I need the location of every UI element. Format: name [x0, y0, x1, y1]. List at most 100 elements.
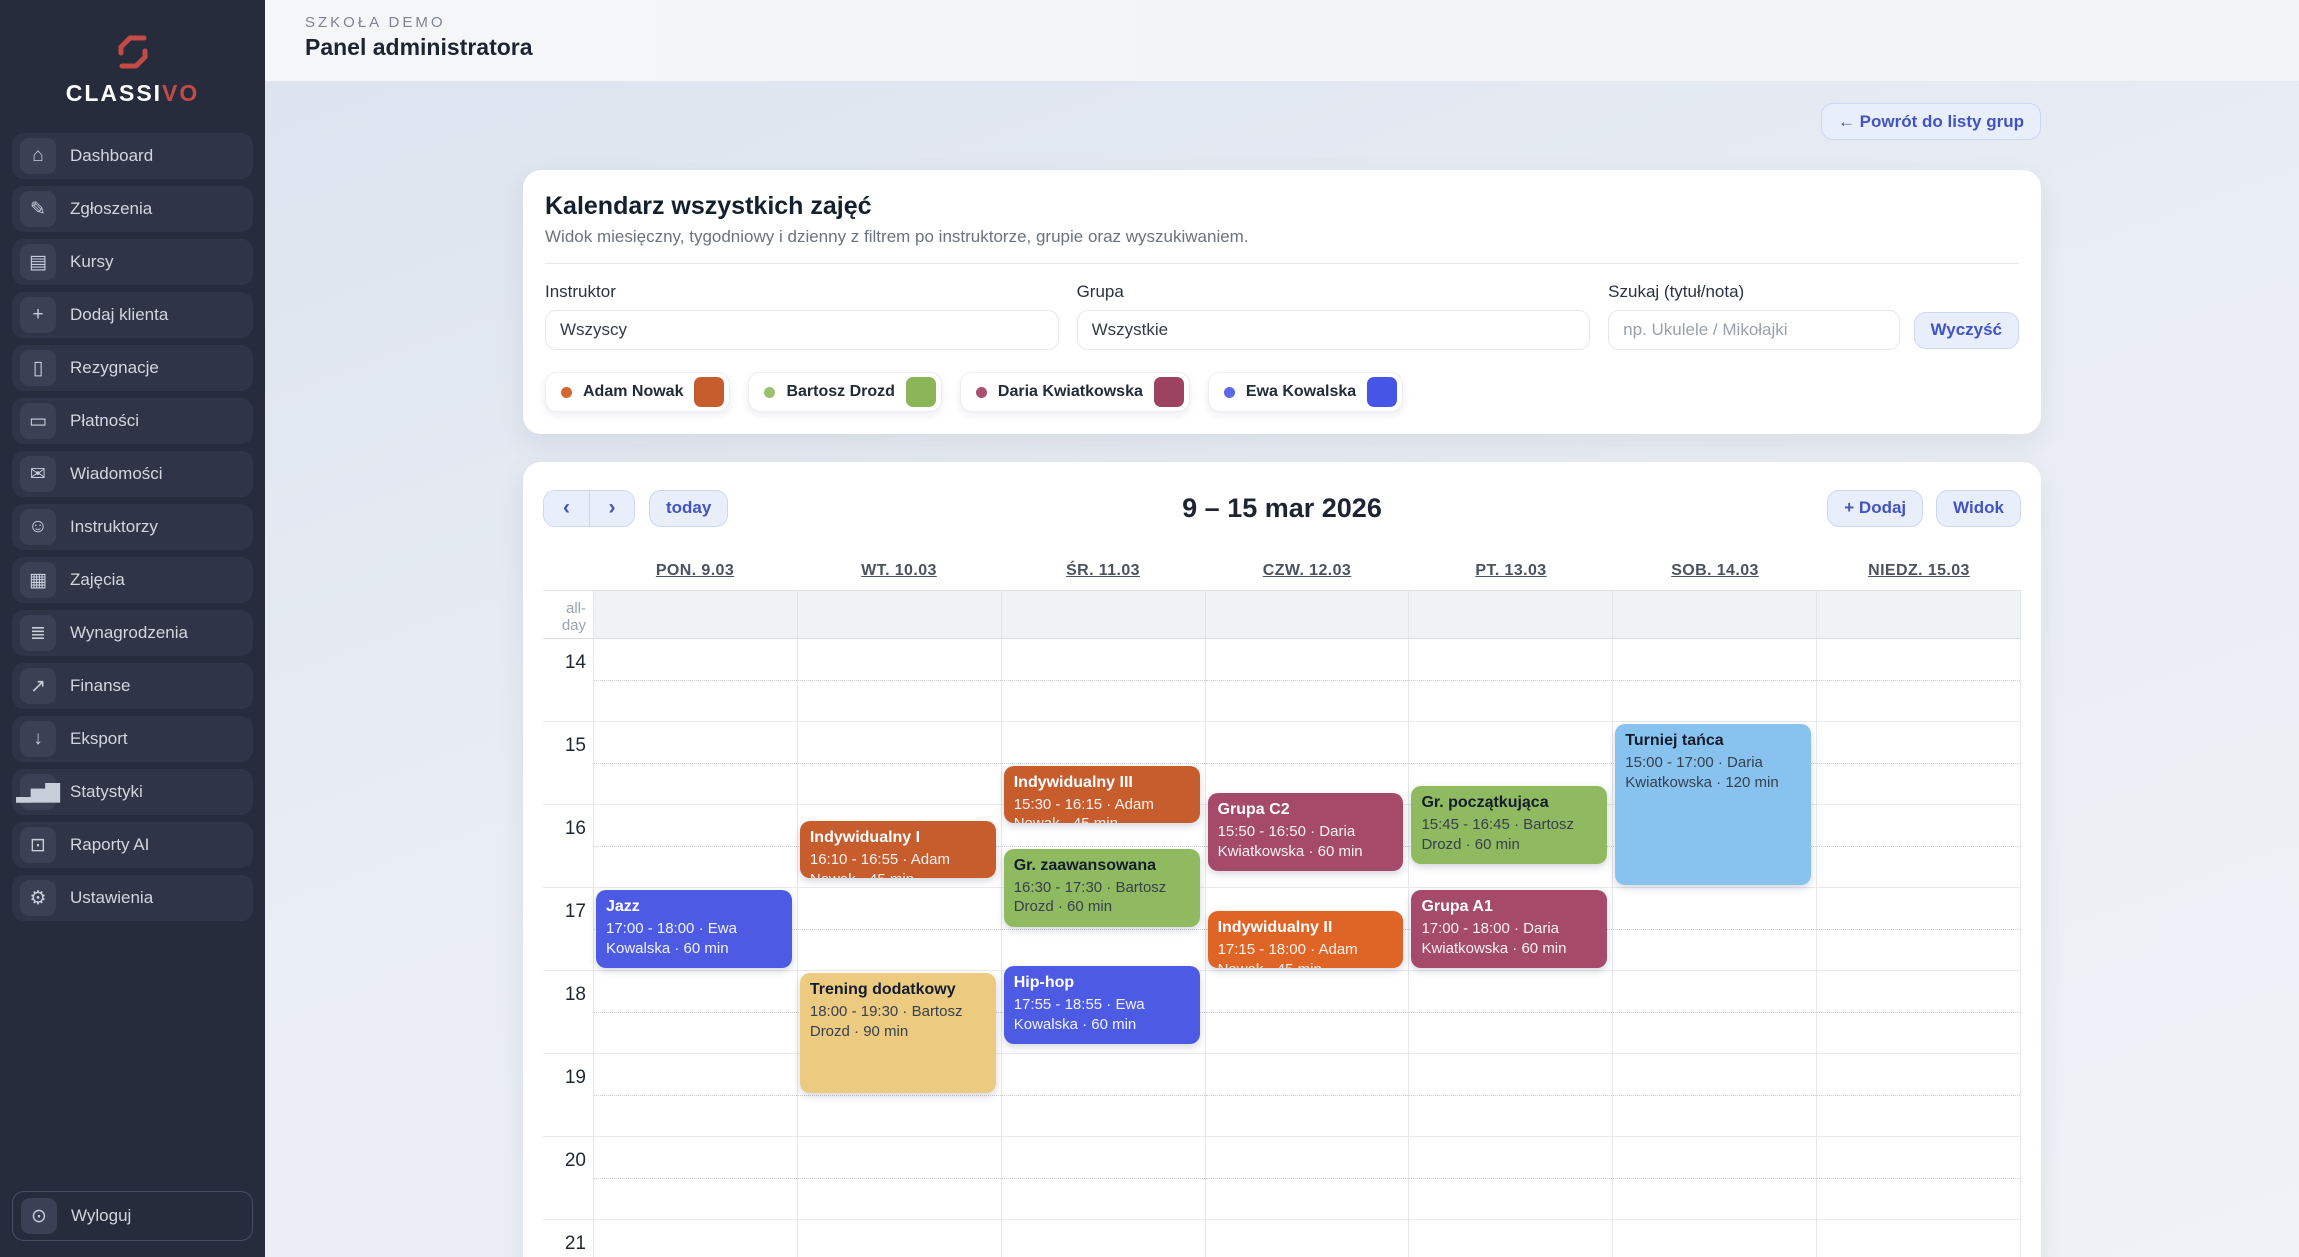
time-slot[interactable] [1613, 639, 1816, 722]
time-slot[interactable] [1817, 1220, 2020, 1257]
time-slot[interactable] [1817, 1054, 2020, 1137]
time-slot[interactable] [594, 971, 797, 1054]
time-slot[interactable] [798, 1220, 1001, 1257]
legend-chip[interactable]: Daria Kwiatkowska [960, 372, 1190, 412]
time-slot[interactable] [1613, 971, 1816, 1054]
time-slot[interactable] [1613, 1054, 1816, 1137]
time-slot[interactable] [798, 888, 1001, 971]
time-slot[interactable] [798, 1137, 1001, 1220]
time-slot[interactable] [1817, 1137, 2020, 1220]
sidebar-item-finanse[interactable]: ↗Finanse [12, 663, 253, 709]
legend-color-swatch [1367, 377, 1397, 407]
time-slot[interactable] [1409, 1137, 1612, 1220]
time-slot[interactable] [1817, 722, 2020, 805]
allday-cell[interactable] [1612, 591, 1816, 638]
sidebar-item-wyloguj[interactable]: ⊙ Wyloguj [12, 1191, 253, 1241]
view-switch-button[interactable]: Widok [1936, 490, 2021, 527]
calendar-event[interactable]: Gr. zaawansowana16:30 - 17:30 · Bartosz … [1004, 849, 1200, 927]
time-slot[interactable] [594, 805, 797, 888]
time-slot[interactable] [1002, 1137, 1205, 1220]
prev-week-button[interactable]: ‹ [544, 491, 589, 526]
add-event-button[interactable]: + Dodaj [1827, 490, 1923, 527]
time-slot[interactable] [798, 722, 1001, 805]
time-slot[interactable] [594, 1220, 797, 1257]
time-slot[interactable] [1613, 888, 1816, 971]
next-week-button[interactable]: › [589, 491, 634, 526]
time-slot[interactable] [1409, 971, 1612, 1054]
back-to-groups-button[interactable]: ← Powrót do listy grup [1821, 103, 2041, 140]
time-slot[interactable] [1002, 1220, 1205, 1257]
allday-cell[interactable] [797, 591, 1001, 638]
sidebar-item-raporty-ai[interactable]: ⊡Raporty AI [12, 822, 253, 868]
calendar-event[interactable]: Indywidualny III15:30 - 16:15 · Adam Now… [1004, 766, 1200, 823]
time-slot[interactable] [594, 722, 797, 805]
sidebar-item-rezygnacje[interactable]: ▯Rezygnacje [12, 345, 253, 391]
sidebar-item-platnosci[interactable]: ▭Płatności [12, 398, 253, 444]
time-slot[interactable] [1206, 639, 1409, 722]
time-slot[interactable] [1409, 1054, 1612, 1137]
allday-cell[interactable] [593, 591, 797, 638]
sidebar-item-label: Statystyki [70, 782, 143, 802]
legend-chip[interactable]: Bartosz Drozd [748, 372, 941, 412]
sidebar-item-instruktorzy[interactable]: ☺Instruktorzy [12, 504, 253, 550]
day-header[interactable]: SOB. 14.03 [1613, 556, 1817, 590]
day-header[interactable]: PT. 13.03 [1409, 556, 1613, 590]
sidebar-item-zgloszenia[interactable]: ✎Zgłoszenia [12, 186, 253, 232]
time-slot[interactable] [1206, 971, 1409, 1054]
sidebar-item-eksport[interactable]: ↓Eksport [12, 716, 253, 762]
time-slot[interactable] [1206, 1054, 1409, 1137]
calendar-event[interactable]: Indywidualny II17:15 - 18:00 · Adam Nowa… [1208, 911, 1404, 968]
allday-cell[interactable] [1816, 591, 2021, 638]
sidebar-item-zajecia[interactable]: ▦Zajęcia [12, 557, 253, 603]
time-slot[interactable] [1206, 1137, 1409, 1220]
calendar-event[interactable]: Turniej tańca15:00 - 17:00 · Daria Kwiat… [1615, 724, 1811, 885]
calendar-event[interactable]: Hip-hop17:55 - 18:55 · Ewa Kowalska · 60… [1004, 966, 1200, 1044]
sidebar-item-kursy[interactable]: ▤Kursy [12, 239, 253, 285]
sidebar-item-dodaj-klienta[interactable]: +Dodaj klienta [12, 292, 253, 338]
day-column: Indywidualny III15:30 - 16:15 · Adam Now… [1001, 639, 1205, 1257]
day-header[interactable]: ŚR. 11.03 [1001, 556, 1205, 590]
time-slot[interactable] [1817, 971, 2020, 1054]
calendar-event[interactable]: Grupa A117:00 - 18:00 · Daria Kwiatkowsk… [1411, 890, 1607, 968]
plus-icon: + [20, 297, 56, 333]
time-slot[interactable] [594, 639, 797, 722]
legend-chip[interactable]: Adam Nowak [545, 372, 730, 412]
day-header[interactable]: CZW. 12.03 [1205, 556, 1409, 590]
time-slot[interactable] [1817, 888, 2020, 971]
legend-chip[interactable]: Ewa Kowalska [1208, 372, 1403, 412]
sidebar-item-statystyki[interactable]: ▂▅▇Statystyki [12, 769, 253, 815]
search-input[interactable] [1608, 310, 1899, 350]
sidebar-item-wynagrodzenia[interactable]: ≣Wynagrodzenia [12, 610, 253, 656]
allday-cell[interactable] [1001, 591, 1205, 638]
calendar-event[interactable]: Jazz17:00 - 18:00 · Ewa Kowalska · 60 mi… [596, 890, 792, 968]
time-slot[interactable] [1206, 1220, 1409, 1257]
time-slot[interactable] [1817, 805, 2020, 888]
time-slot[interactable] [1002, 639, 1205, 722]
clear-filters-button[interactable]: Wyczyść [1914, 312, 2020, 349]
calendar-event[interactable]: Grupa C215:50 - 16:50 · Daria Kwiatkowsk… [1208, 793, 1404, 871]
time-slot[interactable] [1613, 1220, 1816, 1257]
time-slot[interactable] [594, 1054, 797, 1137]
group-select[interactable] [1077, 310, 1591, 350]
event-title: Gr. zaawansowana [1014, 856, 1190, 876]
instructor-select[interactable] [545, 310, 1059, 350]
time-slot[interactable] [798, 639, 1001, 722]
time-slot[interactable] [1002, 1054, 1205, 1137]
time-slot[interactable] [594, 1137, 797, 1220]
time-slot[interactable] [1409, 1220, 1612, 1257]
sidebar-item-ustawienia[interactable]: ⚙Ustawienia [12, 875, 253, 921]
allday-cell[interactable] [1408, 591, 1612, 638]
sidebar-item-dashboard[interactable]: ⌂Dashboard [12, 133, 253, 179]
sidebar-item-wiadomosci[interactable]: ✉Wiadomości [12, 451, 253, 497]
time-slot[interactable] [1409, 639, 1612, 722]
calendar-event[interactable]: Indywidualny I16:10 - 16:55 · Adam Nowak… [800, 821, 996, 878]
day-header[interactable]: NIEDZ. 15.03 [1817, 556, 2021, 590]
allday-cell[interactable] [1205, 591, 1409, 638]
calendar-event[interactable]: Gr. początkująca15:45 - 16:45 · Bartosz … [1411, 786, 1607, 864]
calendar-event[interactable]: Trening dodatkowy18:00 - 19:30 · Bartosz… [800, 973, 996, 1093]
today-button[interactable]: today [649, 490, 728, 527]
day-header[interactable]: PON. 9.03 [593, 556, 797, 590]
time-slot[interactable] [1613, 1137, 1816, 1220]
day-header[interactable]: WT. 10.03 [797, 556, 1001, 590]
time-slot[interactable] [1817, 639, 2020, 722]
